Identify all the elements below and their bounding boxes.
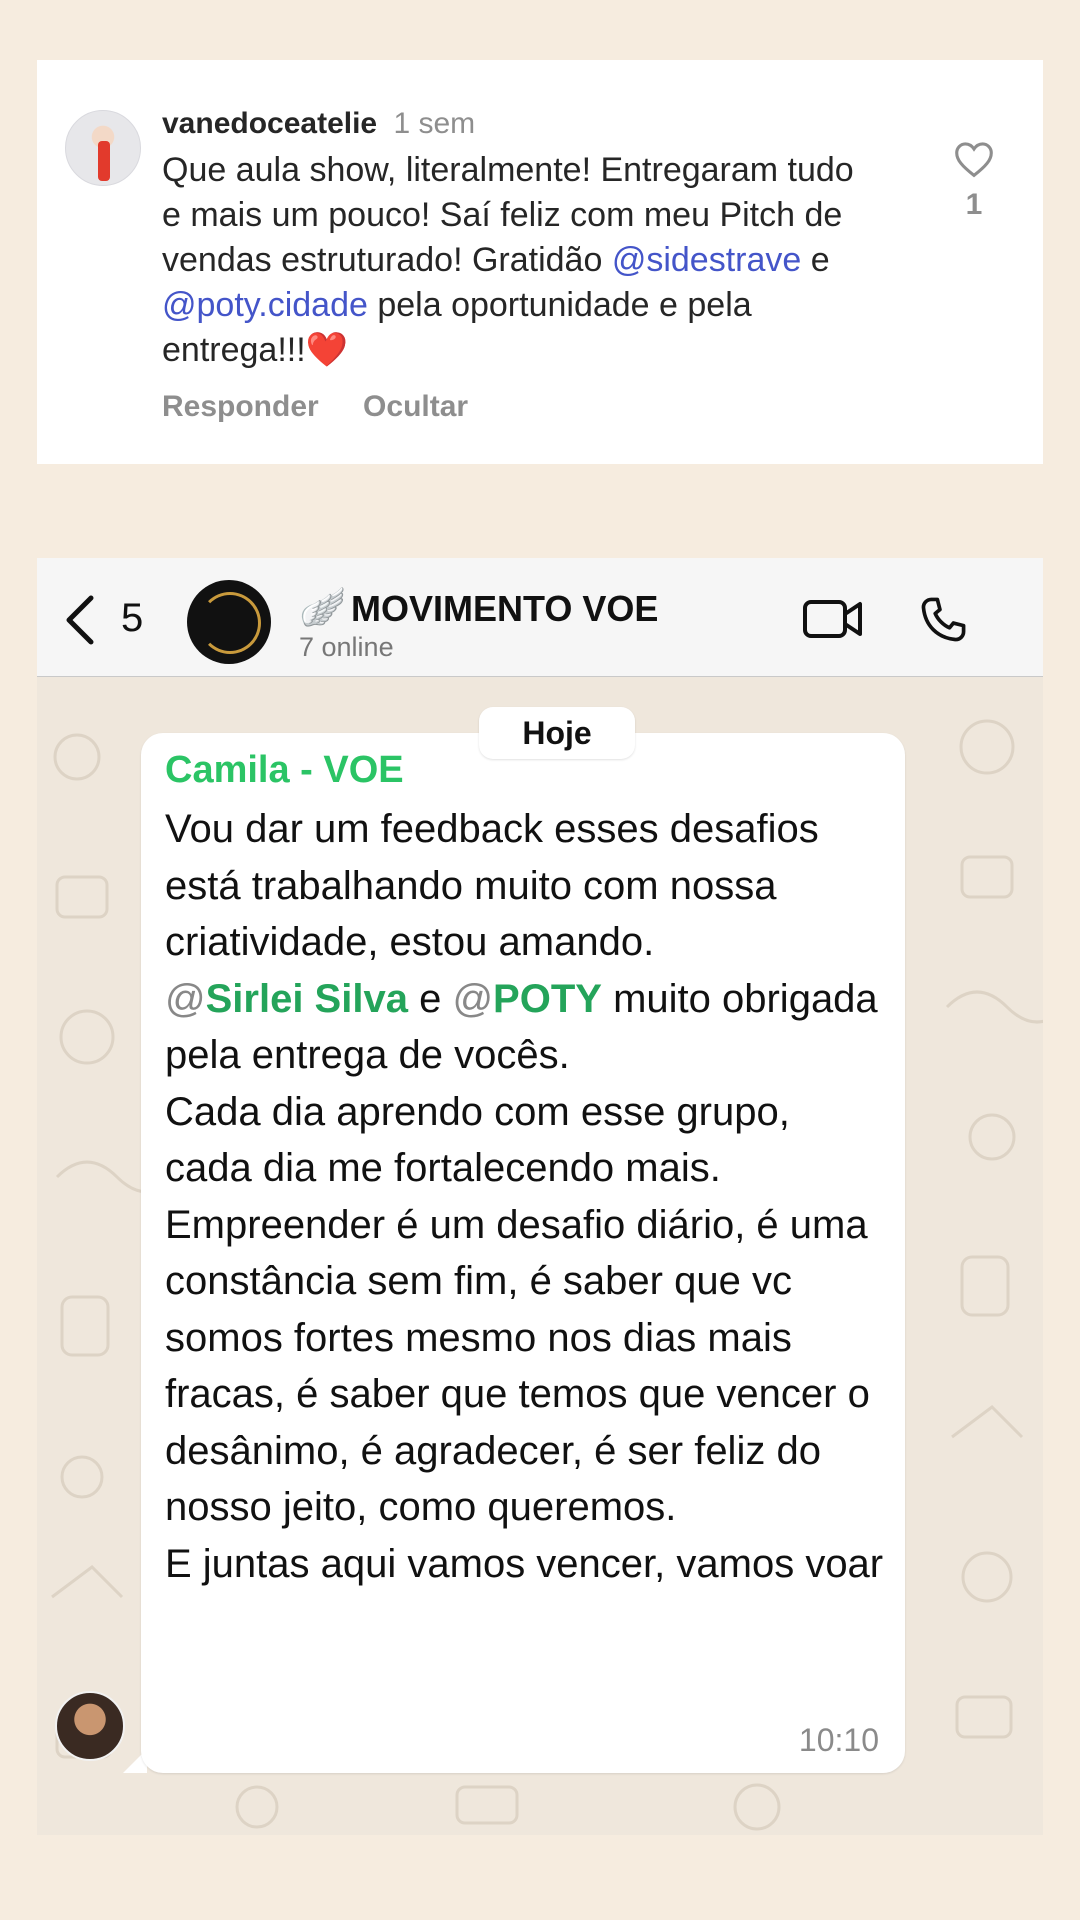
message-time: 10:10 [798, 1722, 879, 1758]
message-text: Vou dar um feedback esses desafios está … [165, 801, 885, 1592]
phone-call-icon[interactable] [917, 594, 969, 646]
sender-avatar[interactable] [55, 1691, 125, 1761]
message-text-fragment: e [407, 976, 453, 1021]
video-call-icon[interactable] [802, 598, 864, 640]
like-count: 1 [965, 188, 983, 221]
heart-emoji: ❤️ [305, 331, 348, 369]
message-bubble[interactable]: Camila - VOE Vou dar um feedback esses d… [141, 733, 905, 1773]
group-name[interactable]: MOVIMENTO VOE [351, 588, 658, 630]
comment-time: 1 sem [393, 107, 476, 140]
instagram-comment-card: vanedoceatelie 1 sem Que aula show, lite… [37, 60, 1043, 464]
back-chevron-icon[interactable] [63, 594, 99, 646]
wing-emoji: 🪽 [299, 587, 347, 629]
commenter-username[interactable]: vanedoceatelie [162, 107, 377, 140]
message-line: Vou dar um feedback esses desafios está … [165, 807, 819, 964]
group-avatar[interactable] [187, 580, 271, 664]
mention-link[interactable]: Sirlei Silva [206, 977, 408, 1021]
mention-link[interactable]: @poty.cidade [162, 286, 368, 324]
hide-button[interactable]: Ocultar [363, 390, 468, 423]
online-status: 7 online [299, 632, 394, 662]
chat-area: Camila - VOE Vou dar um feedback esses d… [37, 677, 1043, 1835]
whatsapp-screenshot: 5 🪽 MOVIMENTO VOE 7 online Camila - VOE … [37, 558, 1043, 1835]
comment-text-part2: e [801, 241, 830, 279]
mention-link[interactable]: @sidestrave [612, 241, 801, 279]
message-line: @Sirlei Silva e @POTY muito obrigada pel… [165, 971, 885, 1084]
unread-count[interactable]: 5 [121, 596, 143, 641]
message-line: Cada dia aprendo com esse grupo, cada di… [165, 1089, 790, 1191]
mention-at-symbol: @ [165, 976, 206, 1021]
mention-link[interactable]: POTY [493, 977, 602, 1021]
reply-button[interactable]: Responder [162, 390, 319, 423]
comment-meta: vanedoceatelie 1 sem [162, 104, 882, 144]
heart-icon[interactable] [953, 140, 995, 178]
chat-header: 5 🪽 MOVIMENTO VOE 7 online [37, 558, 1043, 677]
comment-actions: Responder Ocultar [162, 390, 504, 424]
commenter-avatar[interactable] [65, 110, 141, 186]
message-sender[interactable]: Camila - VOE [165, 749, 404, 792]
comment-body: vanedoceatelie 1 sem Que aula show, lite… [162, 104, 882, 373]
date-separator: Hoje [479, 707, 635, 759]
mention-at-symbol: @ [452, 976, 494, 1021]
comment-text: Que aula show, literalmente! Entregaram … [162, 148, 882, 373]
message-line: E juntas aqui vamos vencer, vamos voar [165, 1541, 884, 1586]
message-line: Empreender é um desafio diário, é uma co… [165, 1202, 870, 1530]
like-control: 1 [949, 140, 999, 222]
